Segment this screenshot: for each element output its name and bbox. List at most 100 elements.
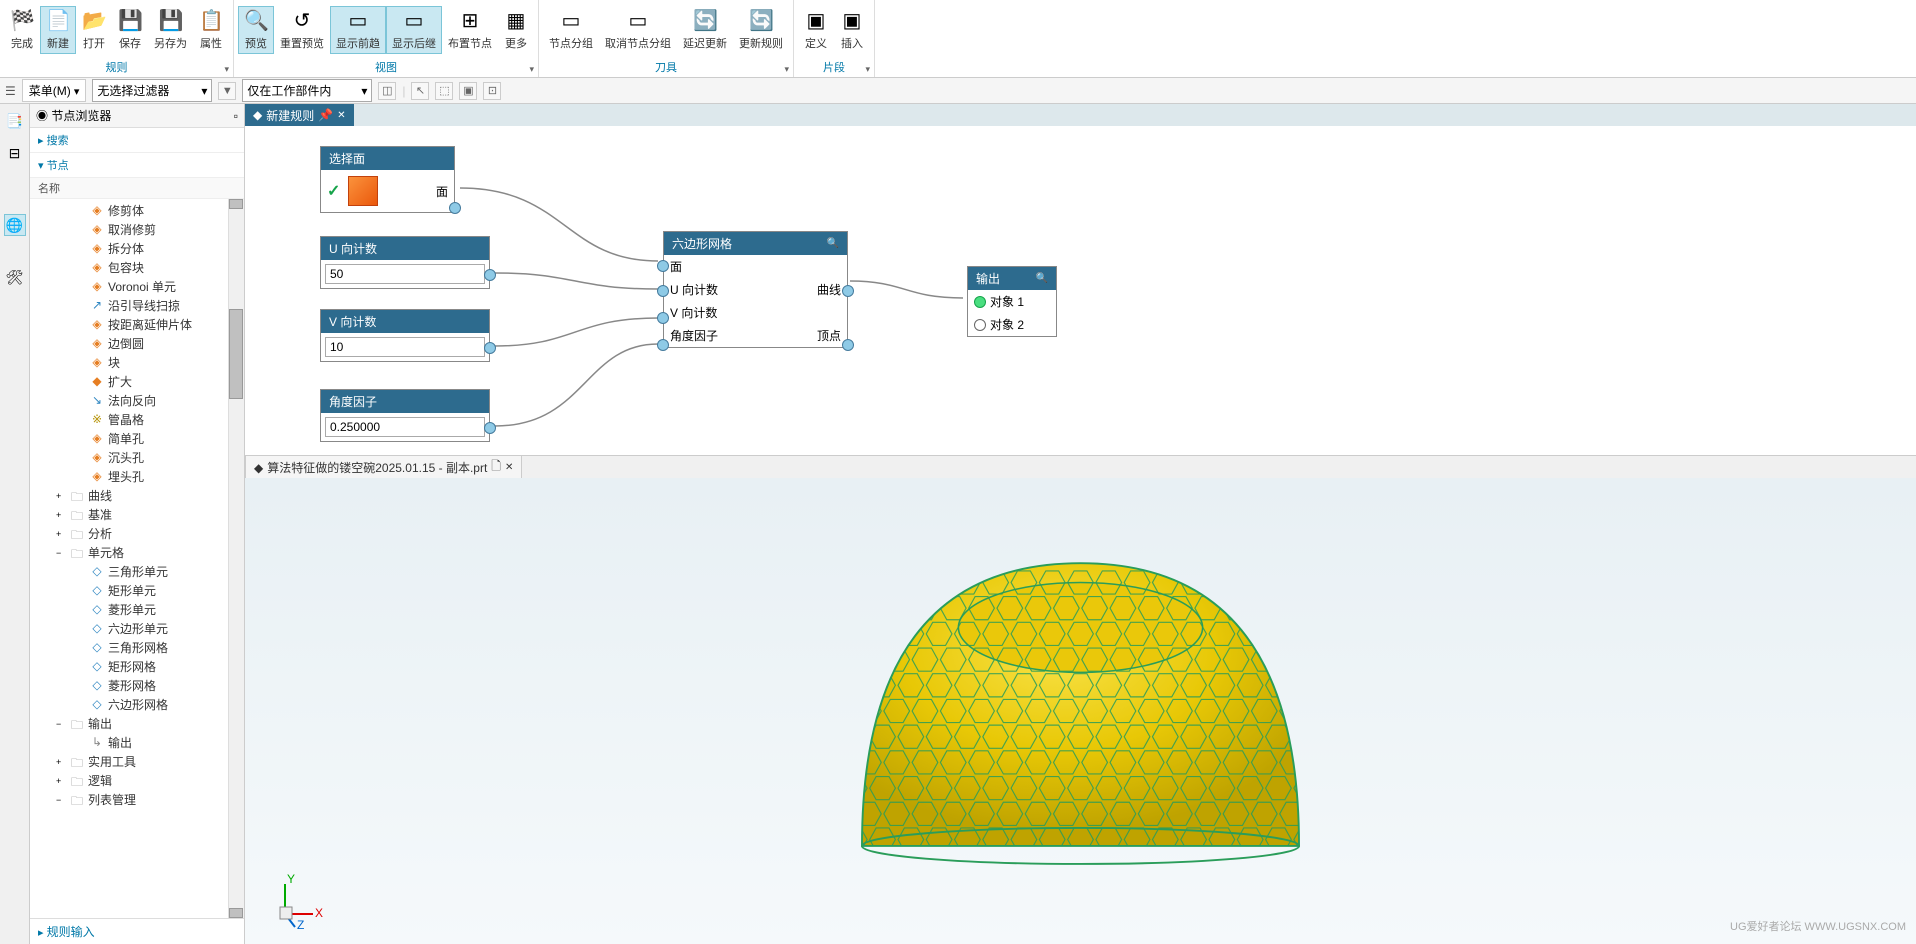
- selection-filter-combo[interactable]: 无选择过滤器▾: [92, 79, 212, 102]
- tree-item-拆分体[interactable]: ◈拆分体: [30, 239, 244, 258]
- node-output[interactable]: 输出 🔍 对象 1 对象 2: [967, 266, 1057, 337]
- tree-toggle[interactable]: +: [56, 757, 66, 767]
- node-tree[interactable]: ◈修剪体◈取消修剪◈拆分体◈包容块◈Voronoi 单元↗沿引导线扫掠◈按距离延…: [30, 199, 244, 918]
- toolbar-icon-4[interactable]: ▣: [459, 82, 477, 100]
- ribbon-group-expand[interactable]: ▾: [865, 64, 870, 75]
- rule-tab[interactable]: ◆ 新建规则 📌 ✕: [245, 104, 354, 127]
- node-hex-mesh[interactable]: 六边形网格 🔍 面 U 向计数曲线 V 向计数 角度因子顶点: [663, 231, 848, 348]
- ribbon-预览[interactable]: 🔍预览: [238, 6, 274, 54]
- output-port[interactable]: [484, 269, 496, 281]
- tree-item-逻辑[interactable]: +🗀逻辑: [30, 771, 244, 790]
- ribbon-重置预览[interactable]: ↺重置预览: [274, 6, 330, 54]
- panel-dock-icon[interactable]: ▫: [234, 109, 238, 123]
- output-port-vertex[interactable]: [842, 339, 854, 351]
- toolbar-icon-1[interactable]: ◫: [378, 82, 396, 100]
- tree-toggle[interactable]: −: [56, 795, 66, 805]
- tree-item-菱形网格[interactable]: ◇菱形网格: [30, 676, 244, 695]
- tree-item-输出[interactable]: ↳输出: [30, 733, 244, 752]
- tree-toggle[interactable]: +: [56, 529, 66, 539]
- tab-pin-icon[interactable]: 📌: [318, 108, 333, 122]
- tree-item-输出[interactable]: −🗀输出: [30, 714, 244, 733]
- part-tab[interactable]: ◆ 算法特征做的镂空碗2025.01.15 - 副本.prt 🗋 ✕: [245, 453, 522, 481]
- node-select-face[interactable]: 选择面 ✓ 面: [320, 146, 455, 213]
- scroll-down-arrow[interactable]: [229, 908, 243, 918]
- input-port-u[interactable]: [657, 285, 669, 297]
- input-port-face[interactable]: [657, 260, 669, 272]
- tree-item-取消修剪[interactable]: ◈取消修剪: [30, 220, 244, 239]
- tree-item-基准[interactable]: +🗀基准: [30, 505, 244, 524]
- output-port[interactable]: [484, 422, 496, 434]
- ribbon-新建[interactable]: 📄新建: [40, 6, 76, 54]
- filter-icon[interactable]: ▼: [218, 82, 236, 100]
- tree-item-三角形网格[interactable]: ◇三角形网格: [30, 638, 244, 657]
- node-u-count[interactable]: U 向计数: [320, 236, 490, 289]
- ribbon-显示前趋[interactable]: ▭显示前趋: [330, 6, 386, 54]
- ribbon-插入[interactable]: ▣插入: [834, 6, 870, 54]
- output-port-curve[interactable]: [842, 285, 854, 297]
- toolbar-icon-3[interactable]: ⬚: [435, 82, 453, 100]
- tree-toggle[interactable]: −: [56, 548, 66, 558]
- ribbon-显示后继[interactable]: ▭显示后继: [386, 6, 442, 54]
- tree-item-矩形单元[interactable]: ◇矩形单元: [30, 581, 244, 600]
- tree-item-按距离延伸片体[interactable]: ◈按距离延伸片体: [30, 315, 244, 334]
- output-port[interactable]: [449, 202, 461, 214]
- tree-item-三角形单元[interactable]: ◇三角形单元: [30, 562, 244, 581]
- v-count-input[interactable]: [325, 337, 485, 357]
- tree-item-扩大[interactable]: ◆扩大: [30, 372, 244, 391]
- tree-item-列表管理[interactable]: −🗀列表管理: [30, 790, 244, 809]
- tree-item-单元格[interactable]: −🗀单元格: [30, 543, 244, 562]
- tree-item-矩形网格[interactable]: ◇矩形网格: [30, 657, 244, 676]
- tree-item-沉头孔[interactable]: ◈沉头孔: [30, 448, 244, 467]
- tree-item-法向反向[interactable]: ↘法向反向: [30, 391, 244, 410]
- input-port-obj1[interactable]: [974, 296, 986, 308]
- tree-item-沿引导线扫掠[interactable]: ↗沿引导线扫掠: [30, 296, 244, 315]
- tree-toggle[interactable]: +: [56, 510, 66, 520]
- output-port[interactable]: [484, 342, 496, 354]
- ribbon-属性[interactable]: 📋属性: [193, 6, 229, 54]
- magnify-icon[interactable]: 🔍: [1036, 273, 1048, 284]
- input-port-obj2[interactable]: [974, 319, 986, 331]
- scope-filter-combo[interactable]: 仅在工作部件内▾: [242, 79, 372, 102]
- ribbon-更新规则[interactable]: 🔄更新规则: [733, 6, 789, 54]
- ribbon-取消节点分组[interactable]: ▭取消节点分组: [599, 6, 677, 54]
- tree-item-包容块[interactable]: ◈包容块: [30, 258, 244, 277]
- tree-toggle[interactable]: +: [56, 776, 66, 786]
- scroll-thumb[interactable]: [229, 309, 243, 399]
- input-port-v[interactable]: [657, 312, 669, 324]
- ribbon-保存[interactable]: 💾保存: [112, 6, 148, 54]
- menu-hamburger[interactable]: ☰: [5, 84, 16, 98]
- toolbar-icon-2[interactable]: ↖: [411, 82, 429, 100]
- tree-item-修剪体[interactable]: ◈修剪体: [30, 201, 244, 220]
- menu-button[interactable]: 菜单(M) ▾: [22, 79, 87, 102]
- ribbon-另存为[interactable]: 💾另存为: [148, 6, 193, 54]
- section-nodes[interactable]: 节点: [30, 153, 244, 178]
- vtb-btn-1[interactable]: 📑: [4, 110, 26, 132]
- tree-item-实用工具[interactable]: +🗀实用工具: [30, 752, 244, 771]
- vtb-btn-2[interactable]: ⊟: [4, 142, 26, 164]
- tree-item-边倒圆[interactable]: ◈边倒圆: [30, 334, 244, 353]
- toolbar-icon-5[interactable]: ⊡: [483, 82, 501, 100]
- tree-item-Voronoi 单元[interactable]: ◈Voronoi 单元: [30, 277, 244, 296]
- tree-item-埋头孔[interactable]: ◈埋头孔: [30, 467, 244, 486]
- tree-toggle[interactable]: −: [56, 719, 66, 729]
- tree-item-六边形单元[interactable]: ◇六边形单元: [30, 619, 244, 638]
- angle-factor-input[interactable]: [325, 417, 485, 437]
- tree-item-菱形单元[interactable]: ◇菱形单元: [30, 600, 244, 619]
- input-port-angle[interactable]: [657, 339, 669, 351]
- ribbon-完成[interactable]: 🏁完成: [4, 6, 40, 54]
- ribbon-布置节点[interactable]: ⊞布置节点: [442, 6, 498, 54]
- magnify-icon[interactable]: 🔍: [827, 238, 839, 249]
- tree-item-简单孔[interactable]: ◈简单孔: [30, 429, 244, 448]
- ribbon-group-expand[interactable]: ▾: [224, 64, 229, 75]
- ribbon-打开[interactable]: 📂打开: [76, 6, 112, 54]
- vtb-btn-4[interactable]: 🛠: [4, 266, 26, 288]
- node-angle-factor[interactable]: 角度因子: [320, 389, 490, 442]
- section-search[interactable]: 搜索: [30, 128, 244, 153]
- ribbon-延迟更新[interactable]: 🔄延迟更新: [677, 6, 733, 54]
- node-graph-canvas[interactable]: 选择面 ✓ 面 U 向计数 V 向计数: [245, 126, 1916, 456]
- ribbon-节点分组[interactable]: ▭节点分组: [543, 6, 599, 54]
- node-v-count[interactable]: V 向计数: [320, 309, 490, 362]
- tree-scrollbar[interactable]: [228, 199, 244, 918]
- tree-item-分析[interactable]: +🗀分析: [30, 524, 244, 543]
- ribbon-group-expand[interactable]: ▾: [784, 64, 789, 75]
